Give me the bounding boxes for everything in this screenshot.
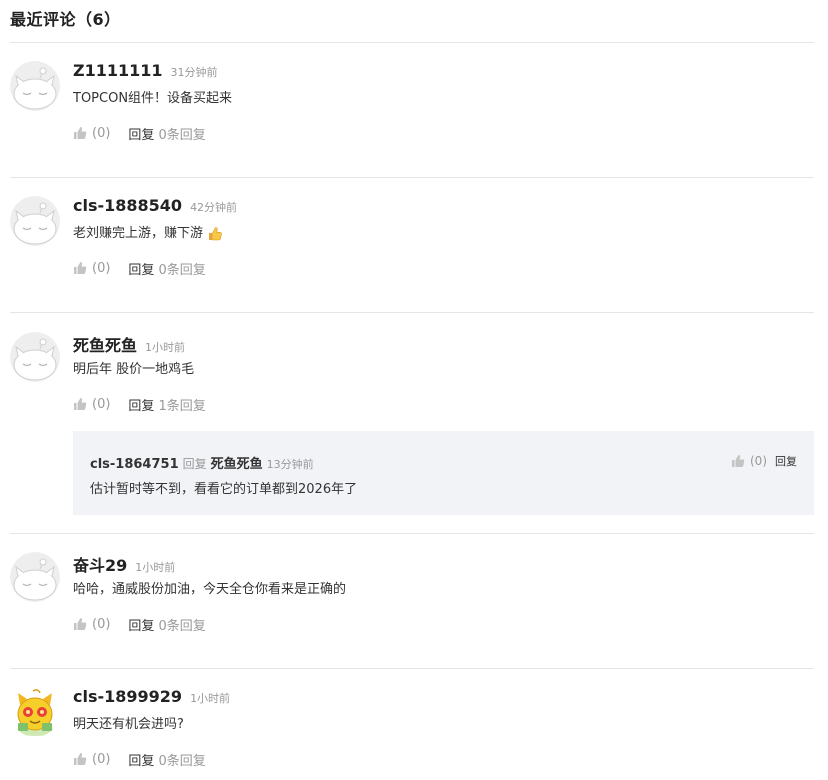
default-avatar-icon xyxy=(10,61,60,111)
comment-text: 明后年 股价一地鸡毛 xyxy=(73,362,195,377)
reply-time: 13分钟前 xyxy=(266,458,314,471)
comment-username[interactable]: Z1111111 xyxy=(73,61,163,80)
reply-count-link[interactable]: 1条回复 xyxy=(158,395,205,414)
reply-count-link[interactable]: 0条回复 xyxy=(158,124,205,143)
comment-divider xyxy=(10,312,814,313)
reply-button[interactable]: 回复 xyxy=(128,750,154,769)
avatar[interactable] xyxy=(10,61,60,111)
like-button[interactable]: (0) xyxy=(73,397,110,412)
like-count: (0) xyxy=(92,396,111,412)
reply-like-button[interactable]: (0) xyxy=(731,454,767,468)
comment-divider xyxy=(10,177,814,178)
avatar[interactable] xyxy=(10,687,60,737)
default-avatar-icon xyxy=(10,196,60,246)
reply-count-link[interactable]: 0条回复 xyxy=(158,750,205,769)
reply-target-username[interactable]: 死鱼死鱼 xyxy=(211,453,263,472)
comment-username[interactable]: cls-1888540 xyxy=(73,196,182,215)
comment-username[interactable]: 死鱼死鱼 xyxy=(73,332,137,356)
reply-count-link[interactable]: 0条回复 xyxy=(158,615,205,634)
like-button[interactable]: (0) xyxy=(73,752,110,767)
like-count: (0) xyxy=(92,260,111,276)
thumbs-up-icon xyxy=(74,398,87,410)
reply-to-reply-button[interactable]: 回复 xyxy=(775,453,797,469)
thumbs-up-icon xyxy=(74,618,87,630)
comment-time: 1小时前 xyxy=(190,692,231,705)
reply-like-count: (0) xyxy=(750,454,767,468)
cat-avatar-icon xyxy=(15,689,55,736)
like-button[interactable]: (0) xyxy=(73,261,110,276)
reply-button[interactable]: 回复 xyxy=(128,615,154,634)
thumbs-up-emoji-icon xyxy=(209,227,222,241)
comment-divider xyxy=(10,533,814,534)
reply-username[interactable]: cls-1864751 xyxy=(90,457,179,472)
comment-text: 哈哈，通威股份加油，今天全仓你看来是正确的 xyxy=(73,582,347,597)
comment-text: TOPCON组件！设备买起来 xyxy=(73,91,233,106)
like-button[interactable]: (0) xyxy=(73,617,110,632)
nested-reply: cls-1864751 回复 死鱼死鱼 13分钟前 (0) 回复 估计暂时等不到… xyxy=(73,431,814,515)
avatar[interactable] xyxy=(10,552,60,602)
reply-count-link[interactable]: 0条回复 xyxy=(158,259,205,278)
comments-header: 最近评论（6） xyxy=(10,10,121,29)
avatar[interactable] xyxy=(10,196,60,246)
reply-button[interactable]: 回复 xyxy=(128,259,154,278)
like-count: (0) xyxy=(92,751,111,767)
reply-button[interactable]: 回复 xyxy=(128,395,154,414)
comment-time: 1小时前 xyxy=(135,561,176,574)
comment-text: 明天还有机会进吗? xyxy=(73,717,184,732)
default-avatar-icon xyxy=(10,332,60,382)
thumbs-up-icon xyxy=(74,262,87,274)
thumbs-up-icon xyxy=(732,455,745,467)
thumbs-up-icon xyxy=(74,127,87,139)
avatar[interactable] xyxy=(10,332,60,382)
like-button[interactable]: (0) xyxy=(73,126,110,141)
header-divider xyxy=(10,42,814,43)
comment-time: 31分钟前 xyxy=(170,66,218,79)
like-count: (0) xyxy=(92,616,111,632)
reply-word: 回复 xyxy=(182,457,207,471)
thumbs-up-icon xyxy=(74,753,87,765)
default-avatar-icon xyxy=(10,552,60,602)
comment-divider xyxy=(10,668,814,669)
comment-time: 42分钟前 xyxy=(190,201,238,214)
comment-username[interactable]: cls-1899929 xyxy=(73,687,182,706)
like-count: (0) xyxy=(92,125,111,141)
reply-text: 估计暂时等不到，看看它的订单都到2026年了 xyxy=(90,482,358,497)
comment-text: 老刘赚完上游，赚下游 xyxy=(73,225,814,243)
comment-username[interactable]: 奋斗29 xyxy=(73,552,127,576)
reply-button[interactable]: 回复 xyxy=(128,124,154,143)
comment-time: 1小时前 xyxy=(145,341,186,354)
